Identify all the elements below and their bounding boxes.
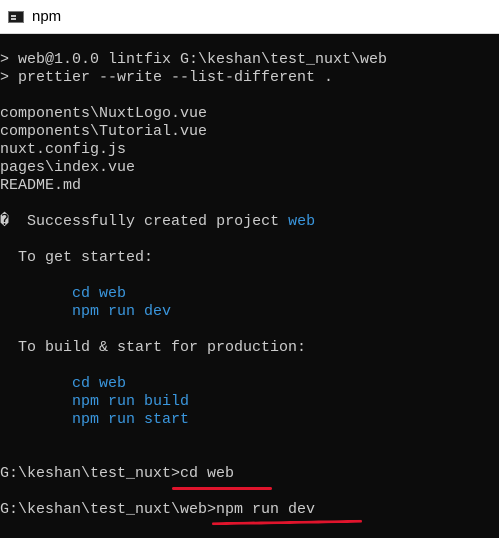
prompt-line: G:\keshan\test_nuxt\web>npm run dev [0, 501, 315, 519]
typed-command: cd web [180, 465, 235, 482]
output-line: components\NuxtLogo.vue [0, 105, 208, 122]
typed-command: npm run dev [216, 501, 316, 518]
window-title: npm [32, 8, 62, 25]
title-bar: npm [0, 0, 499, 34]
red-underline-annotation [172, 487, 272, 490]
prompt-path: G:\keshan\test_nuxt\web> [0, 501, 217, 518]
console-icon [8, 10, 24, 23]
project-name: web [288, 213, 316, 230]
command-hint: npm run dev [72, 303, 172, 320]
output-line: > web@1.0.0 lintfix G:\keshan\test_nuxt\… [0, 51, 388, 68]
success-message: Successfully created project [9, 213, 289, 230]
terminal-output[interactable]: > web@1.0.0 lintfix G:\keshan\test_nuxt\… [0, 34, 499, 538]
red-underline-annotation [211, 519, 363, 526]
output-line: nuxt.config.js [0, 141, 127, 158]
prompt-path: G:\keshan\test_nuxt> [0, 465, 181, 482]
command-hint: npm run build [72, 393, 190, 410]
output-line: components\Tutorial.vue [0, 123, 208, 140]
build-label: To build & start for production: [0, 339, 307, 356]
unknown-glyph-icon: � [0, 213, 10, 230]
prompt-line: G:\keshan\test_nuxt>cd web [0, 465, 234, 483]
command-hint: cd web [72, 375, 127, 392]
command-hint: npm run start [72, 411, 190, 428]
get-started-label: To get started: [0, 249, 154, 266]
output-line: README.md [0, 177, 82, 194]
output-line: > prettier --write --list-different . [0, 69, 334, 86]
success-line: � Successfully created project web [0, 213, 315, 231]
command-hint: cd web [72, 285, 127, 302]
output-line: pages\index.vue [0, 159, 136, 176]
